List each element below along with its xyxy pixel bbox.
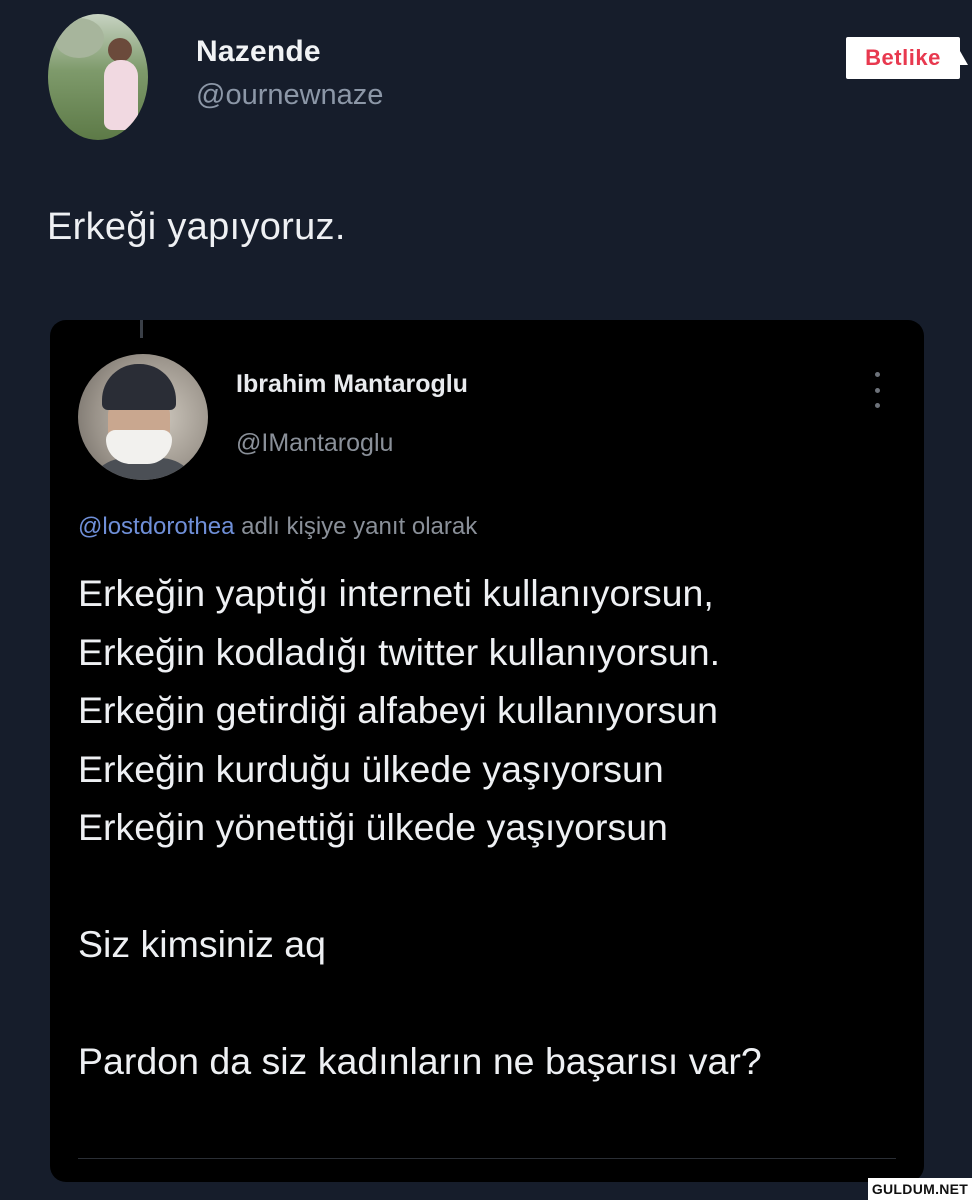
outer-avatar[interactable] bbox=[48, 14, 148, 140]
outer-handle[interactable]: @ournewnaze bbox=[196, 79, 383, 112]
tweet-line: Erkeğin yönettiği ülkede yaşıyorsun bbox=[78, 806, 668, 848]
quoted-tweet-body: Erkeğin yaptığı interneti kullanıyorsun,… bbox=[78, 564, 908, 1091]
more-options-icon[interactable] bbox=[870, 372, 884, 408]
more-dot bbox=[874, 403, 880, 408]
quoted-handle[interactable]: @IMantaroglu bbox=[236, 429, 393, 458]
avatar-tree-shape bbox=[54, 18, 104, 58]
quoted-avatar[interactable] bbox=[78, 354, 208, 480]
reply-context: @lostdorothea adlı kişiye yanıt olarak bbox=[78, 513, 477, 541]
outer-tweet-text: Erkeği yapıyoruz. bbox=[47, 206, 346, 248]
quoted-tweet-card[interactable]: Ibrahim Mantaroglu @IMantaroglu @lostdor… bbox=[50, 320, 924, 1182]
avatar-mask-shape bbox=[106, 430, 172, 464]
tweet-line: Siz kimsiniz aq bbox=[78, 923, 326, 965]
card-divider bbox=[78, 1158, 896, 1159]
avatar-figure-shape bbox=[104, 60, 138, 130]
outer-user-info: Nazende @ournewnaze bbox=[196, 35, 383, 112]
more-dot bbox=[874, 387, 880, 393]
tweet-line: Erkeğin kurduğu ülkede yaşıyorsun bbox=[78, 747, 664, 790]
betlike-logo-badge: Betlike bbox=[846, 37, 968, 79]
reply-suffix: adlı kişiye yanıt olarak bbox=[234, 513, 478, 540]
avatar-head-shape bbox=[108, 38, 132, 62]
outer-tweet-header: Nazende @ournewnaze bbox=[48, 14, 383, 140]
site-watermark: GULDUM.NET bbox=[868, 1178, 972, 1200]
tweet-line: Erkeğin getirdiği alfabeyi kullanıyorsun bbox=[78, 689, 718, 731]
outer-display-name[interactable]: Nazende bbox=[196, 35, 383, 69]
thread-line bbox=[140, 320, 143, 338]
quoted-display-name[interactable]: Ibrahim Mantaroglu bbox=[236, 370, 468, 399]
tweet-line: Erkeğin kodladığı twitter kullanıyorsun. bbox=[78, 630, 720, 673]
more-dot bbox=[874, 372, 880, 377]
tweet-line: Erkeğin yaptığı interneti kullanıyorsun, bbox=[78, 572, 714, 614]
reply-mention-link[interactable]: @lostdorothea bbox=[78, 513, 234, 540]
tweet-line: Pardon da siz kadınların ne başarısı var… bbox=[78, 1040, 762, 1082]
avatar-beanie-shape bbox=[102, 364, 176, 410]
